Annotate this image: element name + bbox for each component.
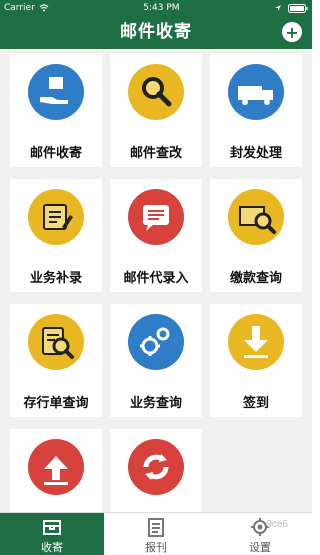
refresh-icon xyxy=(128,439,184,495)
tab-label: 收寄 xyxy=(41,541,63,554)
wifi-icon xyxy=(39,4,49,12)
status-left: Carrier xyxy=(4,3,49,13)
collect-box-icon xyxy=(43,520,61,535)
app-header: 邮件收寄 + xyxy=(0,16,312,49)
watermark: 9ce6 xyxy=(266,519,288,530)
tile-sign-in[interactable]: 签到 xyxy=(210,304,302,417)
tile-label: 邮件收寄 xyxy=(29,146,82,161)
tile-label: 签到 xyxy=(242,396,269,411)
tab-settings[interactable]: 设置 xyxy=(208,513,312,555)
battery-icon xyxy=(287,3,308,13)
tile-sync[interactable] xyxy=(110,429,202,512)
magnifier-icon xyxy=(128,64,184,120)
function-grid: 邮件收寄 邮件查改 封发处理 业务补录 邮件代录入 缴款查询 存行单查询 业务查… xyxy=(0,49,312,512)
hand-box-icon xyxy=(28,64,84,120)
tile-label: 业务补录 xyxy=(29,271,82,286)
tile-dispatch-processing[interactable]: 封发处理 xyxy=(210,54,302,167)
status-time: 5:43 PM xyxy=(143,3,180,13)
tab-newspaper[interactable]: 报刊 xyxy=(104,513,208,555)
tile-business-query[interactable]: 业务查询 xyxy=(110,304,202,417)
tab-label: 报刊 xyxy=(145,541,167,554)
carrier-label: Carrier xyxy=(4,3,35,13)
tile-mail-proxy-entry[interactable]: 邮件代录入 xyxy=(110,179,202,292)
gears-icon xyxy=(128,314,184,370)
plus-icon: + xyxy=(285,22,299,42)
tab-collect[interactable]: 收寄 xyxy=(0,513,104,555)
tab-label: 设置 xyxy=(249,541,271,554)
newspaper-icon xyxy=(148,518,164,537)
tile-label: 缴款查询 xyxy=(229,271,282,286)
tile-deposit-slip-query[interactable]: 存行单查询 xyxy=(10,304,102,417)
document-search-icon xyxy=(28,314,84,370)
tile-label: 封发处理 xyxy=(229,146,282,161)
location-arrow-icon xyxy=(274,5,281,11)
tile-label: 存行单查询 xyxy=(23,396,89,411)
status-right xyxy=(274,3,308,13)
tile-label: 业务查询 xyxy=(129,396,182,411)
tile-mail-collect[interactable]: 邮件收寄 xyxy=(10,54,102,167)
page-title: 邮件收寄 xyxy=(120,22,192,42)
download-icon xyxy=(228,314,284,370)
bottom-tab-bar: 收寄 报刊 设置 9ce6 xyxy=(0,512,312,555)
tile-label: 邮件查改 xyxy=(129,146,182,161)
tile-business-supplement[interactable]: 业务补录 xyxy=(10,179,102,292)
tile-label: 邮件代录入 xyxy=(123,271,189,286)
add-button[interactable]: + xyxy=(282,22,302,42)
tile-upload[interactable] xyxy=(10,429,102,512)
status-bar: Carrier 5:43 PM xyxy=(0,0,312,16)
upload-icon xyxy=(28,439,84,495)
tile-payment-query[interactable]: 缴款查询 xyxy=(210,179,302,292)
tile-mail-query-edit[interactable]: 邮件查改 xyxy=(110,54,202,167)
message-icon xyxy=(128,189,184,245)
truck-icon xyxy=(228,64,284,120)
package-search-icon xyxy=(228,189,284,245)
edit-document-icon xyxy=(28,189,84,245)
